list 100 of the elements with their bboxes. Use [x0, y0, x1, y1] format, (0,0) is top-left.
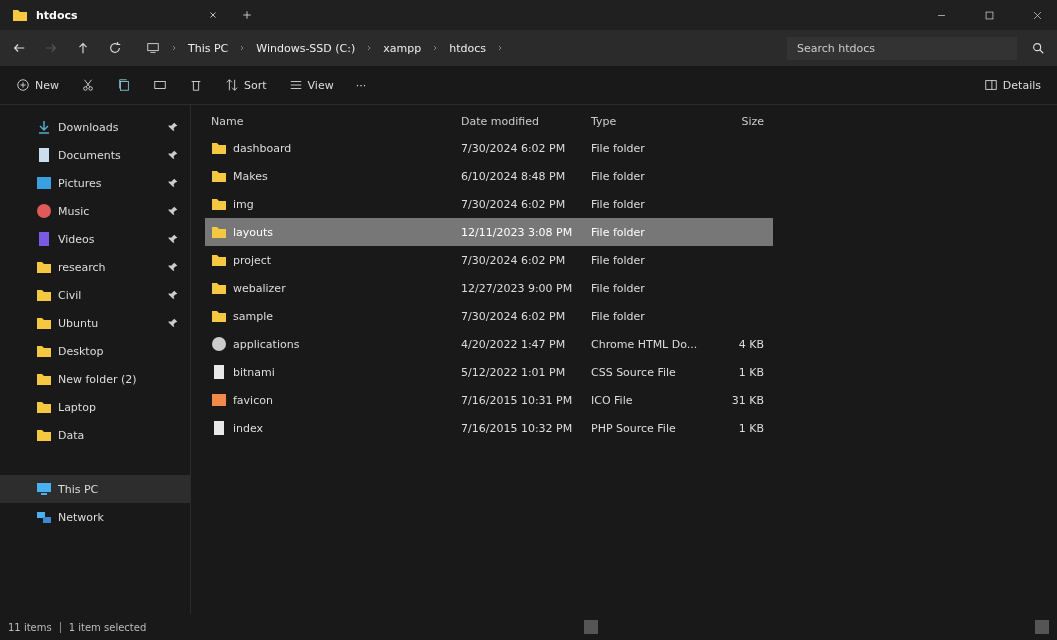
breadcrumb-item[interactable]: Windows-SSD (C:) — [256, 41, 356, 55]
folder-icon — [36, 259, 52, 275]
breadcrumb-item[interactable]: htdocs — [449, 41, 486, 55]
globe-icon — [211, 336, 227, 352]
copy-icon — [117, 78, 131, 92]
sidebar-item[interactable]: Data — [0, 421, 190, 449]
file-row[interactable]: applications 4/20/2022 1:47 PM Chrome HTML Do... 4 KB — [205, 330, 773, 358]
table-cell-text: File folder — [590, 224, 646, 241]
file-row[interactable]: layouts 12/11/2023 3:08 PM File folder — [205, 218, 773, 246]
monitor-icon — [36, 481, 52, 497]
file-row[interactable]: dashboard 7/30/2024 6:02 PM File folder — [205, 134, 773, 162]
file-row[interactable]: webalizer 12/27/2023 9:00 PM File folder — [205, 274, 773, 302]
file-row[interactable]: favicon 7/16/2015 10:31 PM ICO File 31 KB — [205, 386, 773, 414]
rename-icon — [153, 78, 167, 92]
file-name: bitnami — [233, 365, 275, 379]
sidebar-item[interactable]: Ubuntu — [0, 309, 190, 337]
table-cell-text: File folder — [590, 252, 646, 269]
sidebar-item[interactable]: Desktop — [0, 337, 190, 365]
address-bar[interactable]: This PC Windows-SSD (C:) xampp htdocs — [136, 37, 777, 59]
file-name: sample — [233, 309, 273, 323]
sidebar-item[interactable]: This PC — [0, 475, 190, 503]
file-name: layouts — [233, 225, 274, 239]
folder-icon — [36, 315, 52, 331]
table-cell-text: 7/30/2024 6:02 PM — [460, 308, 567, 325]
download-icon — [36, 119, 52, 135]
file-row[interactable]: img 7/30/2024 6:02 PM File folder — [205, 190, 773, 218]
more-button[interactable]: ··· — [351, 74, 371, 96]
sidebar-item[interactable]: Laptop — [0, 393, 190, 421]
file-name: dashboard — [233, 141, 292, 155]
table-cell-text: File folder — [590, 140, 646, 157]
file-name: webalizer — [233, 281, 286, 295]
column-header[interactable]: Name — [205, 109, 455, 134]
table-cell-text: 4 KB — [737, 336, 765, 353]
table-cell-text: File folder — [590, 196, 646, 213]
table-cell-text: 7/30/2024 6:02 PM — [460, 140, 567, 157]
file-name: applications — [233, 337, 300, 351]
new-button[interactable]: New — [12, 74, 63, 96]
sort-button[interactable]: Sort — [221, 74, 271, 96]
file-row[interactable]: bitnami 5/12/2022 1:01 PM CSS Source File 1 KB — [205, 358, 773, 386]
video-icon — [36, 231, 52, 247]
search-icon — [1031, 41, 1045, 55]
details-button[interactable]: Details — [979, 74, 1045, 96]
monitor-icon — [146, 41, 160, 55]
file-row[interactable]: project 7/30/2024 6:02 PM File folder — [205, 246, 773, 274]
column-header[interactable]: Type — [585, 109, 700, 134]
sidebar-item[interactable]: research — [0, 253, 190, 281]
close-icon — [208, 9, 218, 20]
tiles-view-button[interactable] — [1035, 620, 1049, 634]
sidebar-item[interactable]: Civil — [0, 281, 190, 309]
file-row[interactable]: sample 7/30/2024 6:02 PM File folder — [205, 302, 773, 330]
file-row[interactable]: Makes 6/10/2024 8:48 PM File folder — [205, 162, 773, 190]
sidebar-item[interactable]: Network — [0, 503, 190, 531]
table-cell-text: File folder — [590, 168, 646, 185]
maximize-icon — [983, 9, 995, 21]
details-pane-icon — [983, 78, 998, 92]
selection-count: 1 item selected — [68, 621, 147, 633]
table-cell-text: 1 KB — [737, 420, 765, 437]
table-cell-text: 7/16/2015 10:32 PM — [460, 420, 574, 437]
plus-icon — [242, 9, 252, 20]
refresh-icon — [108, 41, 122, 55]
back-arrow-icon — [12, 41, 26, 55]
column-header[interactable]: Size — [700, 109, 770, 134]
table-cell-text: ICO File — [590, 392, 634, 409]
column-header[interactable]: Date modified — [455, 109, 585, 134]
breadcrumb-item[interactable]: This PC — [188, 41, 229, 55]
table-cell-text: 7/30/2024 6:02 PM — [460, 252, 567, 269]
folder-icon — [36, 371, 52, 387]
sidebar-item[interactable]: Music — [0, 197, 190, 225]
chevron-icon — [496, 44, 504, 52]
plus-circle-icon — [16, 78, 30, 92]
breadcrumb-item[interactable]: xampp — [383, 41, 422, 55]
file-icon — [211, 364, 227, 380]
file-row[interactable]: index 7/16/2015 10:32 PM PHP Source File 1 KB — [205, 414, 773, 442]
folder-icon — [211, 252, 227, 268]
table-cell-text: 6/10/2024 8:48 PM — [460, 168, 567, 185]
folder-icon — [211, 140, 227, 156]
table-cell-text: 4/20/2022 1:47 PM — [460, 336, 567, 353]
sidebar-item[interactable]: Downloads — [0, 113, 190, 141]
trash-icon — [189, 78, 203, 92]
file-name: project — [233, 253, 272, 267]
table-cell-text: CSS Source File — [590, 364, 677, 381]
folder-icon — [36, 427, 52, 443]
table-cell-text: File folder — [590, 308, 646, 325]
image-file-icon — [211, 392, 227, 408]
sidebar-item[interactable]: New folder (2) — [0, 365, 190, 393]
table-cell-text: 5/12/2022 1:01 PM — [460, 364, 567, 381]
sort-icon — [225, 78, 239, 92]
table-cell-text: Chrome HTML Do... — [590, 336, 699, 353]
folder-icon — [211, 308, 227, 324]
folder-icon — [211, 196, 227, 212]
sidebar-item[interactable]: Videos — [0, 225, 190, 253]
folder-icon — [211, 168, 227, 184]
sidebar-item[interactable]: Pictures — [0, 169, 190, 197]
table-cell-text: PHP Source File — [590, 420, 677, 437]
table-cell-text: 7/16/2015 10:31 PM — [460, 392, 574, 409]
folder-icon — [36, 287, 52, 303]
view-button[interactable]: View — [284, 74, 338, 96]
sidebar-item[interactable]: Documents — [0, 141, 190, 169]
search-field[interactable]: Search htdocs — [787, 36, 1017, 60]
network-icon — [36, 509, 52, 525]
